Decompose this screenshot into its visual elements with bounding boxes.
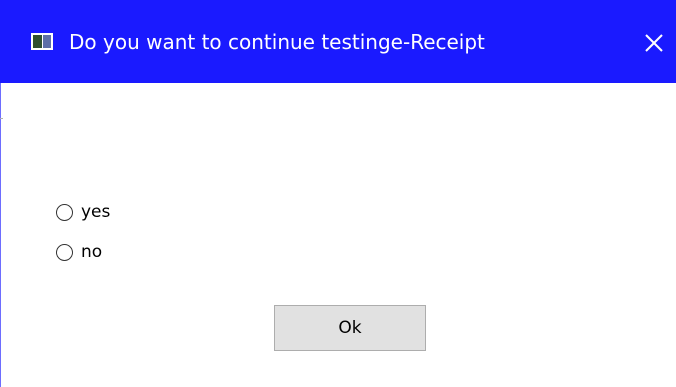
app-icon-pane-dark (33, 35, 42, 48)
radio-button-no[interactable] (56, 243, 73, 261)
close-icon (645, 34, 663, 52)
radio-label-yes: yes (81, 202, 111, 222)
window-edge-tick (0, 118, 3, 119)
dialog-window: Do you want to continue testinge-Receipt… (0, 0, 676, 387)
window-title: Do you want to continue testinge-Receipt (69, 30, 485, 54)
radio-label-no: no (81, 242, 103, 262)
title-bar[interactable]: Do you want to continue testinge-Receipt (0, 0, 676, 83)
ok-button[interactable]: Ok (274, 305, 426, 351)
close-button[interactable] (632, 22, 676, 62)
app-icon-pane-light (43, 35, 51, 48)
window-app-icon (31, 33, 53, 50)
radio-button-yes[interactable] (56, 203, 73, 221)
radio-option-yes[interactable]: yes (50, 198, 110, 226)
radio-option-no[interactable]: no (50, 238, 102, 266)
